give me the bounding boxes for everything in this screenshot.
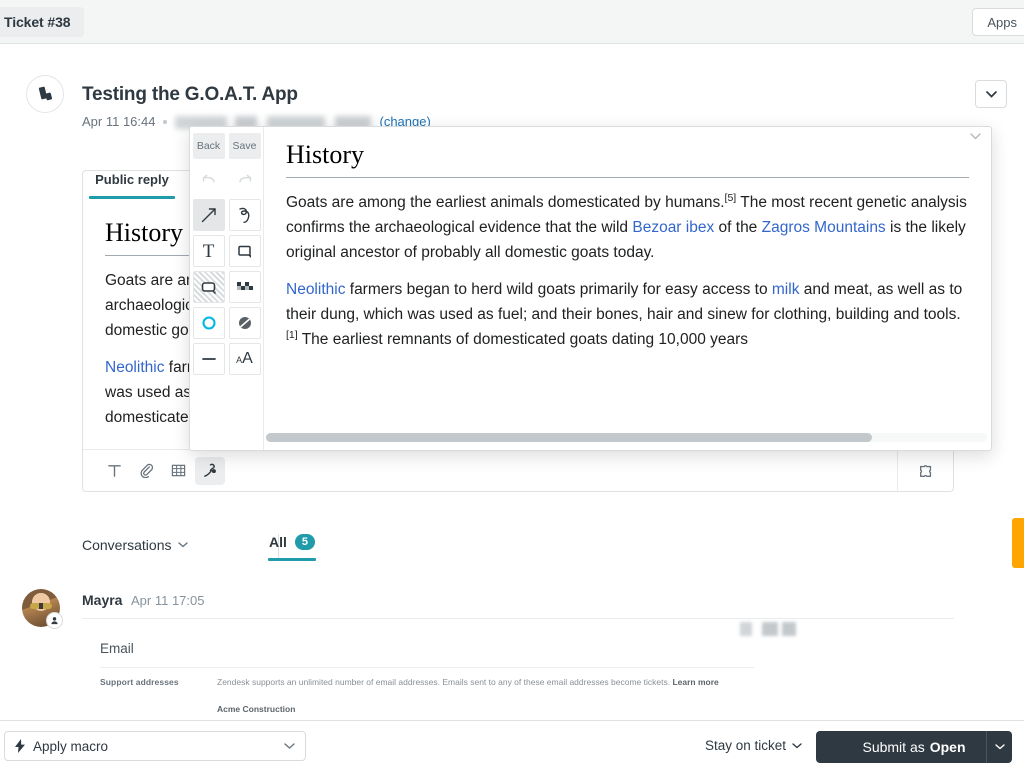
article-link[interactable]: Neolithic [286, 281, 345, 298]
pixelate-tool-icon[interactable] [228, 271, 261, 303]
annotation-save-button[interactable]: Save [228, 133, 261, 159]
attachment-toolbar-redacted [722, 622, 796, 636]
annotation-back-label: Back [196, 140, 221, 152]
conversations-label: Conversations [82, 537, 172, 553]
bolt-icon [15, 739, 25, 753]
chevron-down-icon [792, 742, 802, 748]
attachment-row-value: Acme Construction [217, 704, 296, 714]
page-title: Testing the G.O.A.T. App [82, 84, 298, 105]
font-size-tool-icon[interactable]: AA [228, 343, 261, 375]
annotation-history-row [190, 163, 263, 195]
text-tool-icon[interactable]: T [192, 235, 225, 267]
annotation-canvas[interactable]: History Goats are among the earliest ani… [264, 127, 991, 450]
article-content: History Goats are among the earliest ani… [264, 127, 991, 352]
rectangle-tool-icon[interactable] [228, 235, 261, 267]
ellipse-tool-icon[interactable] [192, 307, 225, 339]
ticket-tab[interactable]: Ticket #38 [0, 7, 85, 37]
submit-button[interactable]: Submit as Open [816, 731, 1012, 763]
brand-logo-icon [26, 75, 64, 113]
tab-active-underline [89, 196, 175, 199]
arrow-tool-icon[interactable] [192, 199, 225, 231]
tab-all[interactable]: All 5 [268, 534, 316, 561]
annotation-shape-row-3 [190, 271, 263, 303]
article-text: of the [714, 218, 762, 236]
freehand-tool-icon[interactable] [228, 199, 261, 231]
tab-all-underline [268, 558, 316, 561]
stay-on-ticket-dropdown[interactable]: Stay on ticket [705, 738, 802, 753]
side-panel-edge-tab[interactable] [1012, 518, 1024, 568]
attachment-learn-more-link[interactable]: Learn more [672, 677, 718, 687]
attachment-section-title: Email [100, 641, 134, 656]
separator-dot [163, 119, 168, 124]
attachment-icon[interactable] [131, 457, 161, 485]
annotation-shape-row-4 [190, 307, 263, 339]
submit-status: Open [929, 739, 966, 755]
text-format-icon[interactable] [99, 457, 129, 485]
composer-footer [83, 449, 953, 492]
annotation-shape-row-2: T [190, 235, 263, 267]
comment-attachment-preview[interactable]: Email Support addresses Zendesk supports… [82, 618, 954, 720]
tab-all-label: All [268, 534, 287, 550]
tab-public-reply[interactable]: Public reply [85, 172, 179, 199]
conversations-bar: Conversations All 5 [82, 528, 954, 568]
apps-button[interactable]: Apps [972, 8, 1024, 36]
comment-author: Mayra [82, 592, 123, 608]
annotate-icon[interactable] [195, 456, 225, 485]
article-text: farmers began to herd wild goats primari… [345, 280, 772, 298]
tab-all-count-badge: 5 [294, 534, 315, 550]
article-reference[interactable]: [5] [725, 191, 737, 203]
article-link[interactable]: Bezoar ibex [632, 219, 714, 236]
undo-icon[interactable] [192, 163, 225, 195]
redo-icon[interactable] [228, 163, 261, 195]
article-link[interactable]: milk [772, 281, 800, 298]
annotation-shape-row-1 [190, 199, 263, 231]
composer-tool-group [83, 456, 225, 485]
attachment-row-label: Support addresses [100, 677, 179, 687]
attachment-divider [100, 667, 754, 668]
annotation-horizontal-scrollbar[interactable] [266, 433, 987, 442]
article-heading: History [286, 139, 969, 178]
comment-timestamp: Apr 11 17:05 [131, 593, 205, 608]
top-tab-strip: Ticket #38 Apps [0, 0, 1024, 44]
chevron-down-icon [284, 742, 295, 749]
conversations-dropdown[interactable]: Conversations [82, 537, 188, 553]
article-text: The earliest remnants of domesticated go… [297, 331, 749, 349]
composer-tabs: Public reply [83, 171, 179, 203]
line-width-tool-icon[interactable] [192, 343, 225, 375]
ticket-options-button[interactable] [975, 80, 1007, 108]
apply-macro-dropdown[interactable]: Apply macro [4, 731, 306, 761]
article-text: Goats are among the earliest animals dom… [286, 193, 725, 211]
attachment-row-description: Zendesk supports an unlimited number of … [217, 677, 719, 687]
table-icon[interactable] [163, 457, 193, 485]
ticket-timestamp: Apr 11 16:44 [82, 114, 156, 129]
annotation-actions: Back Save [190, 133, 263, 159]
article-paragraph-1: Goats are among the earliest animals dom… [286, 190, 969, 265]
ticket-action-bar: Apply macro Stay on ticket Submit as Ope… [0, 720, 1024, 768]
ticket-tab-label: Ticket #38 [4, 14, 71, 30]
annotation-window: Back Save T AA History Goats are among t… [189, 126, 992, 451]
attachment-desc-text: Zendesk supports an unlimited number of … [217, 677, 671, 687]
chevron-down-icon [994, 744, 1005, 750]
article-reference[interactable]: [1] [286, 329, 298, 341]
submit-options-button[interactable] [986, 731, 1012, 763]
color-tool-icon[interactable] [228, 307, 261, 339]
comment-item: Mayra Apr 11 17:05 Email Support address… [0, 580, 1024, 720]
apply-macro-label: Apply macro [33, 738, 109, 754]
article-link[interactable]: Neolithic [105, 359, 164, 376]
tab-public-reply-label: Public reply [95, 172, 169, 187]
annotation-save-label: Save [232, 140, 257, 152]
annotation-back-button[interactable]: Back [192, 133, 225, 159]
stay-on-ticket-label: Stay on ticket [704, 738, 786, 753]
apps-button-label: Apps [987, 14, 1017, 30]
article-link[interactable]: Zagros Mountains [762, 219, 886, 236]
article-paragraph-2: Neolithic farmers began to herd wild goa… [286, 277, 969, 352]
annotation-shape-row-5: AA [190, 343, 263, 375]
avatar-role-icon [46, 612, 63, 629]
annotation-toolbar: Back Save T AA [190, 127, 264, 450]
highlight-tool-icon[interactable] [192, 271, 225, 303]
chevron-down-icon [177, 542, 188, 548]
submit-prefix: Submit as [862, 739, 925, 755]
composer-apps-button[interactable] [897, 449, 953, 492]
